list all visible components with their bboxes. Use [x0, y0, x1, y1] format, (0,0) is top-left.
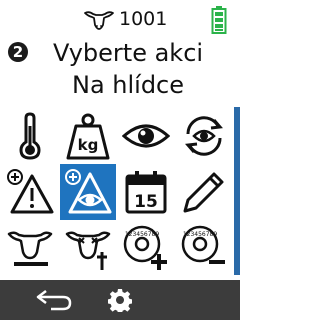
settings-button[interactable] [98, 282, 142, 318]
action-add-ear-tag[interactable]: 123456789 [118, 220, 174, 276]
action-add-warning[interactable] [2, 164, 58, 220]
animal-number: 1001 [119, 8, 168, 30]
cow-remove-icon [7, 231, 53, 266]
pencil-icon [183, 172, 224, 213]
svg-text:123456789: 123456789 [125, 231, 160, 238]
ear-tag-add-icon: 123456789 [123, 225, 167, 270]
gear-icon [108, 289, 132, 312]
svg-text:15: 15 [134, 192, 158, 212]
thermometer-icon [19, 112, 41, 160]
action-weight[interactable]: kg [60, 108, 116, 164]
cow-dead-icon [65, 231, 111, 270]
add-warning-icon [7, 169, 54, 214]
action-observe[interactable] [118, 108, 174, 164]
back-button[interactable] [26, 282, 82, 318]
action-add-watch[interactable] [60, 164, 116, 220]
action-remove-animal[interactable] [2, 220, 58, 276]
calendar-icon: 15 [125, 171, 167, 214]
screen-subtitle: Na hlídce [71, 71, 185, 99]
action-thermometer[interactable] [2, 108, 58, 164]
add-watch-selected-icon [65, 169, 112, 214]
back-arrow-icon [36, 290, 72, 311]
weight-kg-icon: kg [66, 113, 110, 160]
scrollbar[interactable] [234, 107, 240, 275]
svg-text:123456789: 123456789 [183, 231, 218, 238]
action-remove-ear-tag[interactable]: 123456789 [176, 220, 232, 276]
action-dead-animal[interactable] [60, 220, 116, 276]
eye-icon [122, 124, 170, 148]
svg-text:kg: kg [78, 136, 99, 154]
action-edit[interactable] [176, 164, 232, 220]
action-observe-repeat[interactable] [176, 108, 232, 164]
eye-repeat-icon [185, 116, 223, 156]
action-calendar[interactable]: 15 [118, 164, 174, 220]
screen-title: Vyberte akci [52, 39, 204, 67]
battery-full-icon [211, 6, 227, 34]
ear-tag-remove-icon: 123456789 [181, 225, 225, 264]
screen: 1001 2 Vyberte akci Na hlídce kg 15 1234… [0, 0, 240, 320]
cow-head-icon [84, 11, 114, 30]
